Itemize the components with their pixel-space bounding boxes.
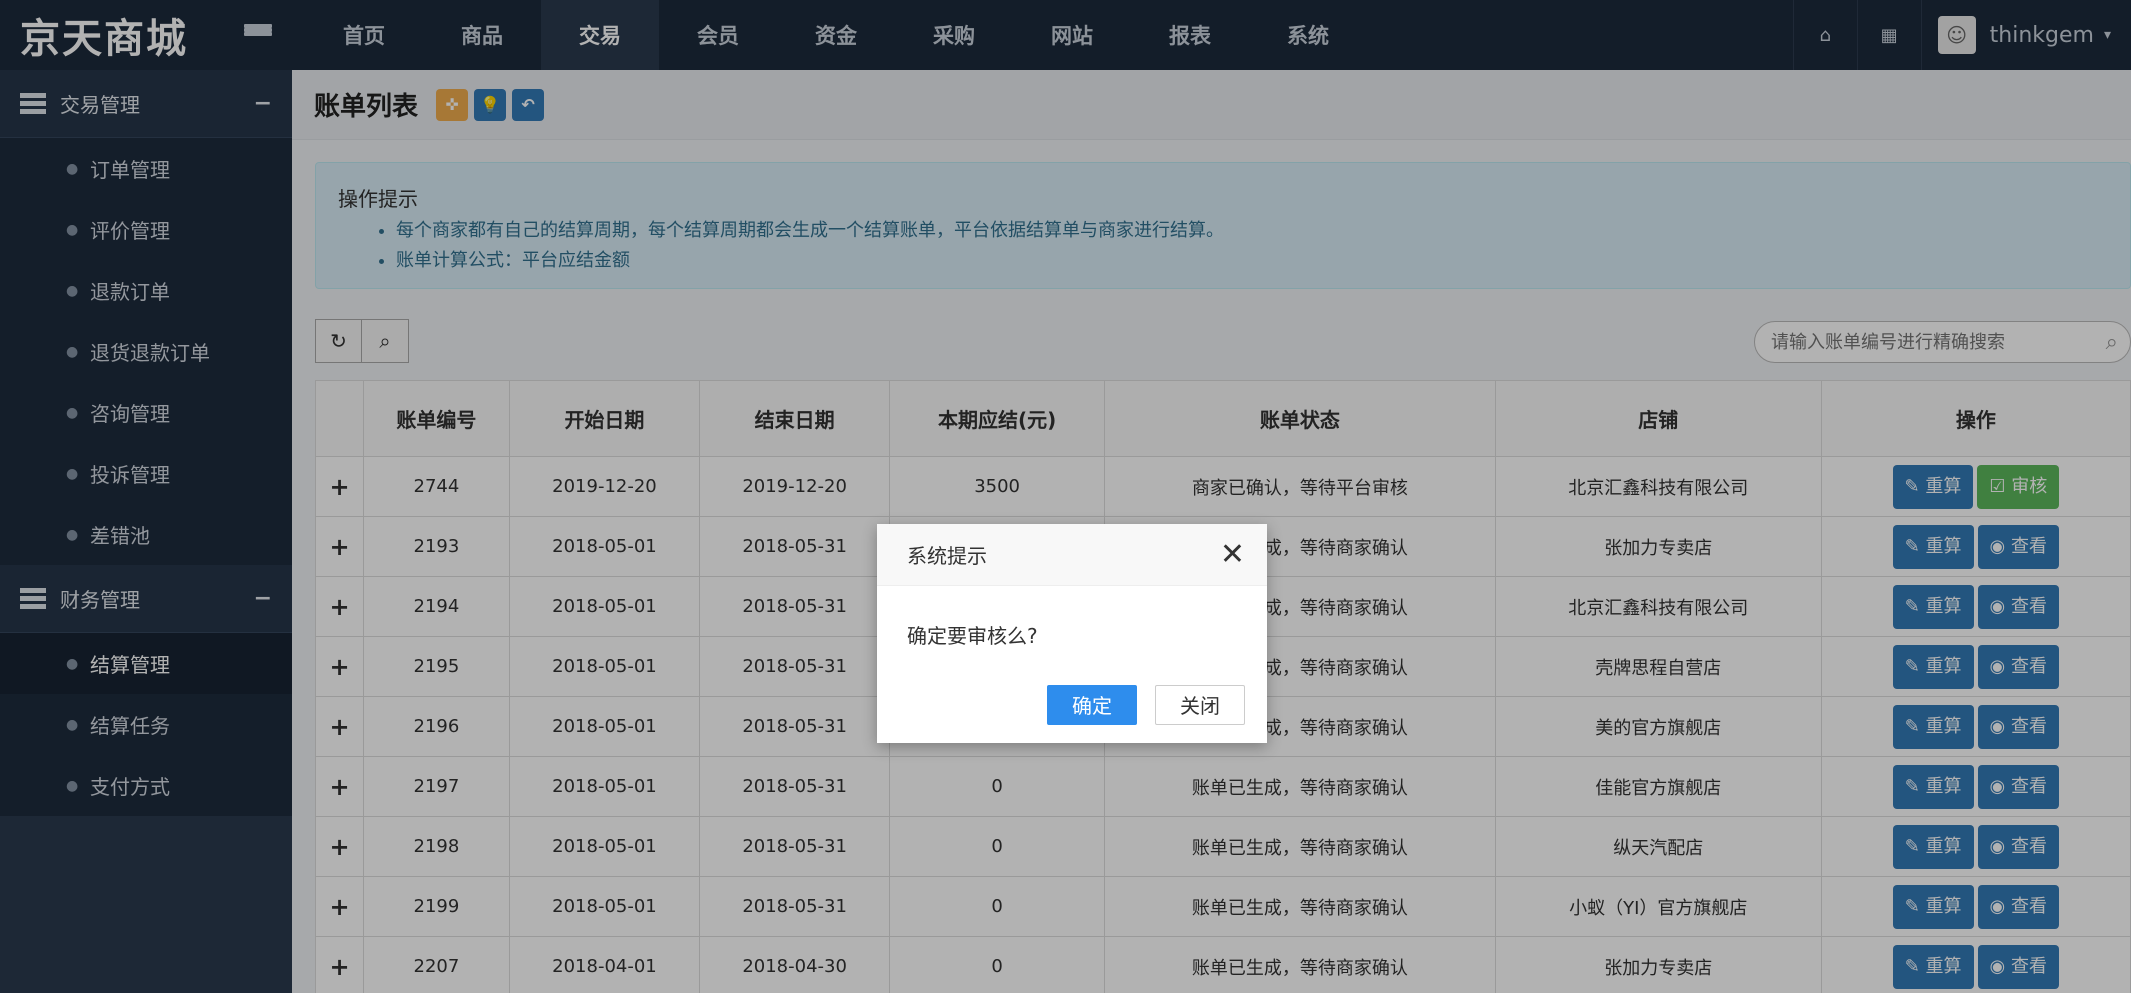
dialog-message: 确定要审核么?: [907, 624, 1038, 648]
modal-overlay: [0, 0, 2131, 993]
close-button[interactable]: 关闭: [1155, 685, 1245, 725]
dialog-title: 系统提示: [907, 544, 987, 568]
close-icon[interactable]: ✕: [1220, 539, 1245, 570]
confirm-dialog: 系统提示 ✕ 确定要审核么? 确定 关闭: [877, 524, 1267, 743]
confirm-button[interactable]: 确定: [1047, 685, 1137, 725]
